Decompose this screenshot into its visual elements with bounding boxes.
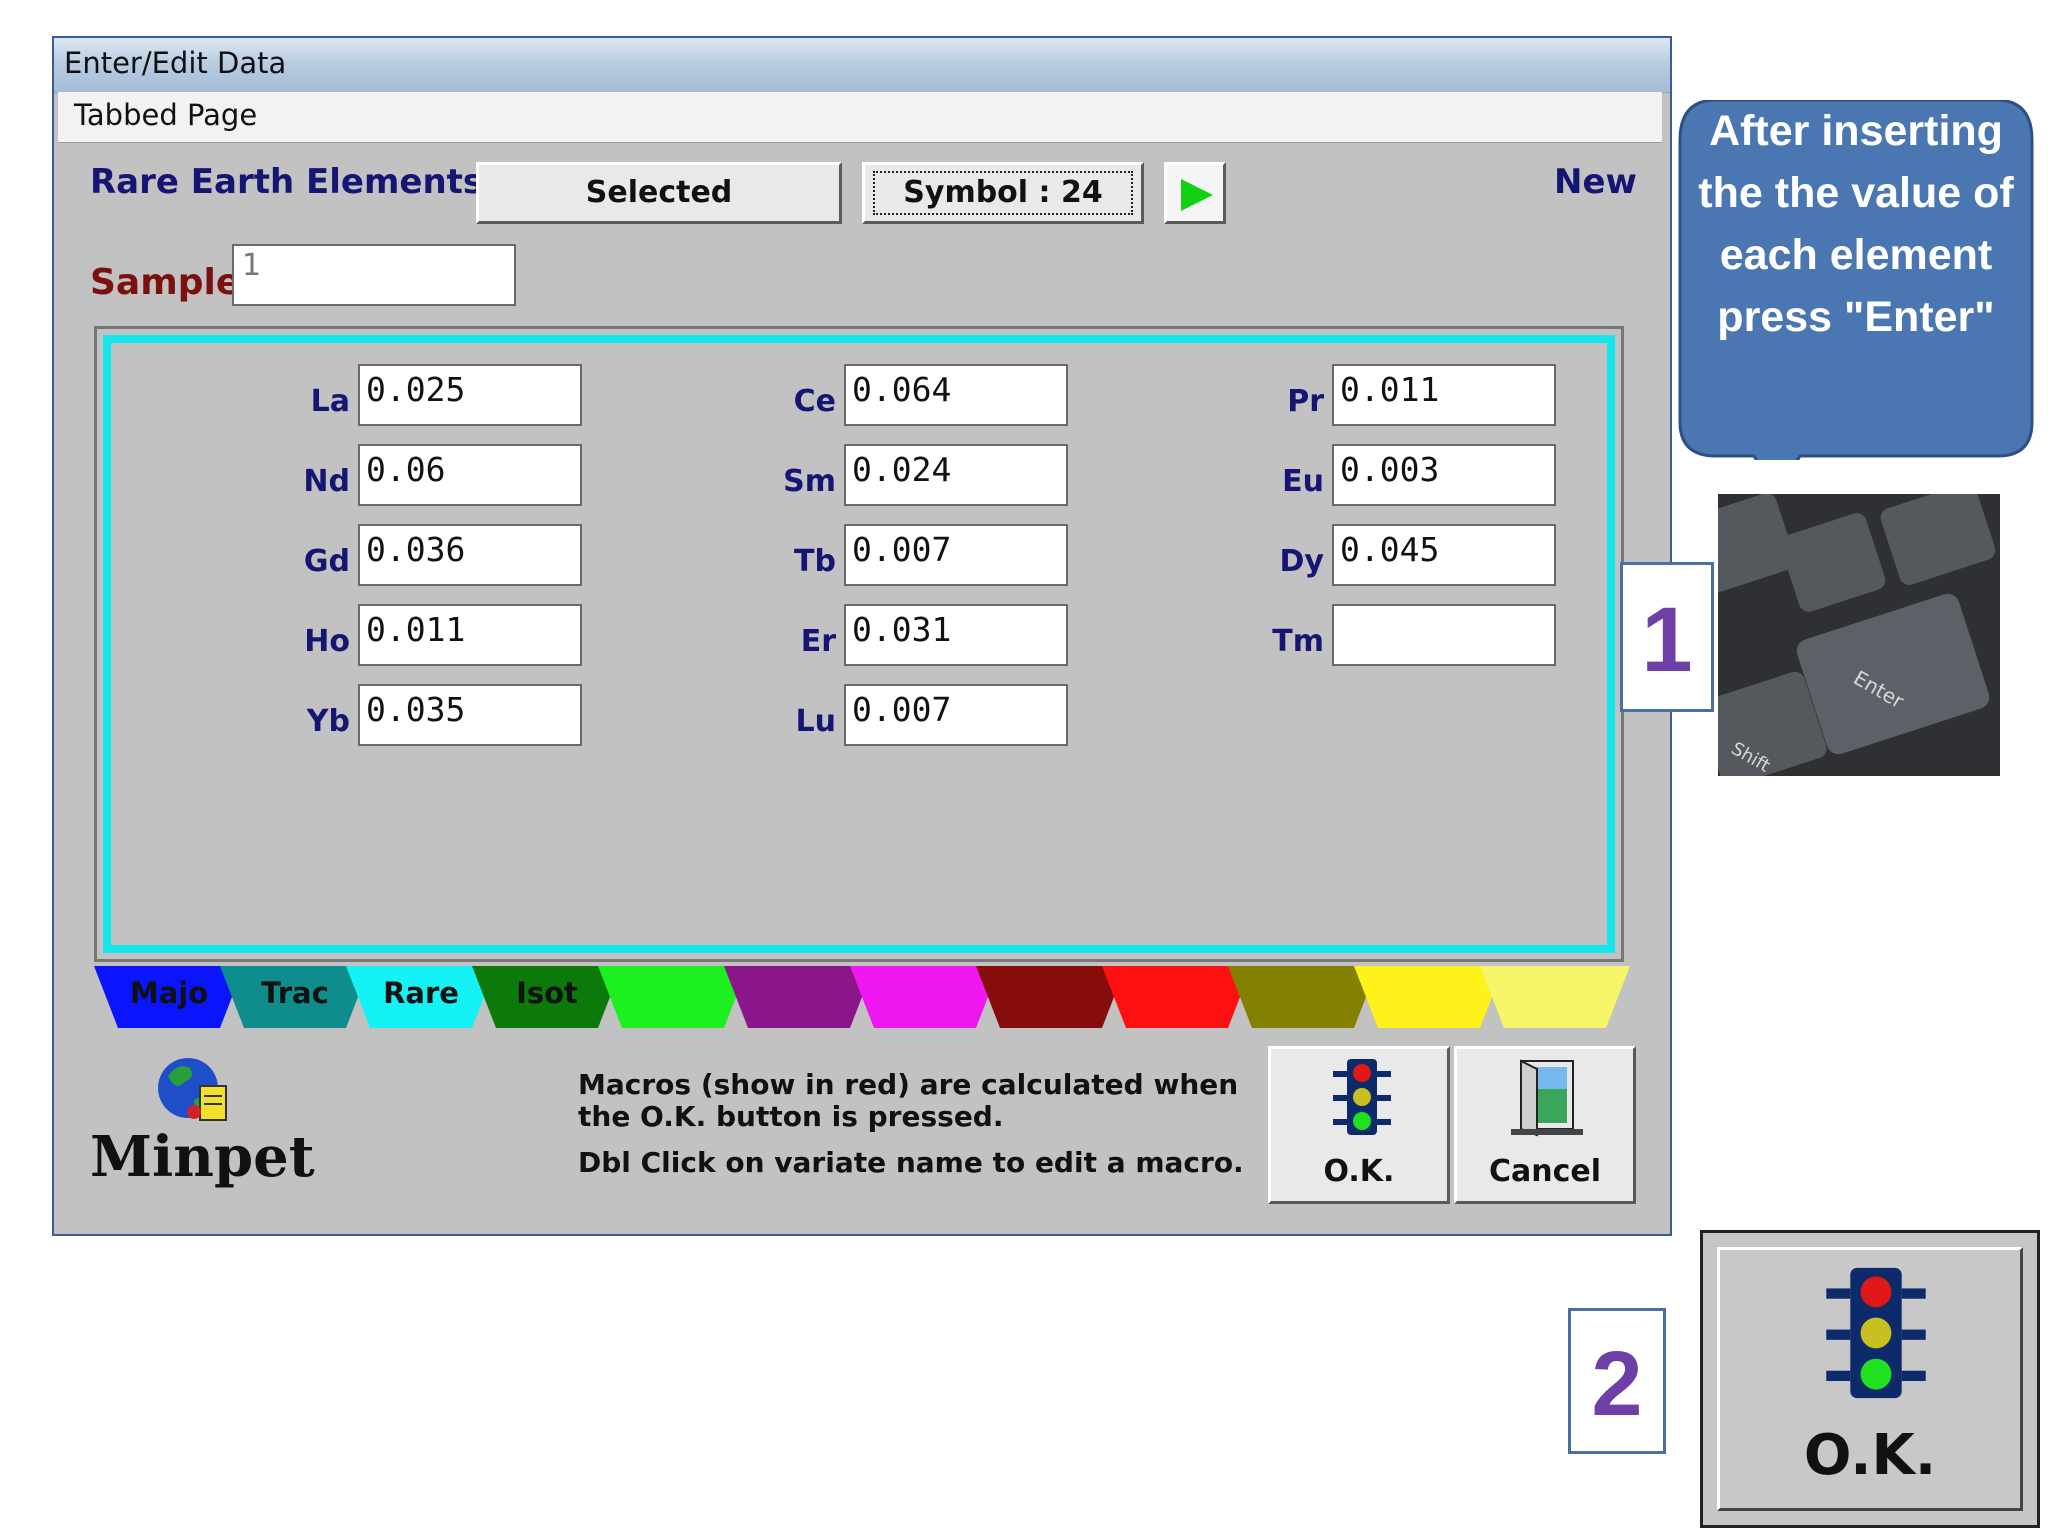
- ok-button-label: O.K.: [1323, 1154, 1395, 1189]
- minpet-logo-icon: [158, 1058, 227, 1121]
- element-label-nd[interactable]: Nd: [280, 464, 350, 499]
- element-input-ho[interactable]: 0.011: [358, 604, 582, 666]
- symbol-button[interactable]: Symbol : 24: [862, 162, 1144, 224]
- macro-note-line3: Dbl Click on variate name to edit a macr…: [578, 1146, 1244, 1179]
- macro-note-line2: the O.K. button is pressed.: [578, 1100, 1004, 1133]
- element-label-sm[interactable]: Sm: [766, 464, 836, 499]
- macro-note-line1: Macros (show in red) are calculated when: [578, 1068, 1239, 1101]
- group-label: Rare Earth Elements: [90, 162, 484, 202]
- element-input-dy[interactable]: 0.045: [1332, 524, 1556, 586]
- element-label-yb[interactable]: Yb: [280, 704, 350, 739]
- enter-edit-data-window: Enter/Edit Data Tabbed Page Rare Earth E…: [52, 36, 1672, 1236]
- element-input-yb[interactable]: 0.035: [358, 684, 582, 746]
- step-2-marker: 2: [1568, 1308, 1666, 1454]
- element-label-lu[interactable]: Lu: [766, 704, 836, 739]
- symbol-button-label: Symbol : 24: [873, 171, 1133, 215]
- element-label-eu[interactable]: Eu: [1254, 464, 1324, 499]
- traffic-light-icon: [1333, 1059, 1391, 1135]
- zoomed-ok-label: O.K.: [1803, 1423, 1937, 1488]
- step-1-marker: 1: [1620, 562, 1714, 712]
- cancel-button[interactable]: Cancel: [1454, 1046, 1636, 1204]
- selected-button[interactable]: Selected: [476, 162, 842, 224]
- element-label-ho[interactable]: Ho: [280, 624, 350, 659]
- new-label: New: [1554, 162, 1637, 202]
- sample-label: Sample: [90, 262, 241, 303]
- element-input-nd[interactable]: 0.06: [358, 444, 582, 506]
- sample-input[interactable]: 1: [232, 244, 516, 306]
- title-bar[interactable]: Enter/Edit Data: [54, 38, 1670, 93]
- element-input-pr[interactable]: 0.011: [1332, 364, 1556, 426]
- element-label-gd[interactable]: Gd: [280, 544, 350, 579]
- element-input-tb[interactable]: 0.007: [844, 524, 1068, 586]
- element-label-tb[interactable]: Tb: [766, 544, 836, 579]
- element-input-ce[interactable]: 0.064: [844, 364, 1068, 426]
- element-label-dy[interactable]: Dy: [1254, 544, 1324, 579]
- element-input-er[interactable]: 0.031: [844, 604, 1068, 666]
- window-title: Enter/Edit Data: [64, 46, 287, 80]
- next-button[interactable]: [1164, 162, 1226, 224]
- element-label-pr[interactable]: Pr: [1254, 384, 1324, 419]
- element-input-la[interactable]: 0.025: [358, 364, 582, 426]
- ok-button[interactable]: O.K.: [1268, 1046, 1450, 1204]
- menu-item-tabbed-page[interactable]: Tabbed Page: [74, 98, 257, 132]
- element-label-ce[interactable]: Ce: [766, 384, 836, 419]
- callout-text: After inserting the the value of each el…: [1698, 107, 2014, 341]
- element-input-lu[interactable]: 0.007: [844, 684, 1068, 746]
- menu-bar: Tabbed Page: [58, 92, 1662, 143]
- cancel-button-label: Cancel: [1488, 1154, 1602, 1189]
- element-label-la[interactable]: La: [280, 384, 350, 419]
- element-input-tm[interactable]: [1332, 604, 1556, 666]
- element-input-gd[interactable]: 0.036: [358, 524, 582, 586]
- tab-color-12[interactable]: [1480, 966, 1630, 1028]
- brand-name: Minpet: [90, 1124, 315, 1190]
- play-icon: [1181, 179, 1213, 211]
- enter-key-photo: Enter Shift: [1718, 494, 2000, 776]
- element-input-sm[interactable]: 0.024: [844, 444, 1068, 506]
- keyboard-icon: Enter Shift: [1718, 494, 2000, 776]
- element-label-er[interactable]: Er: [766, 624, 836, 659]
- element-input-eu[interactable]: 0.003: [1332, 444, 1556, 506]
- exit-door-icon: [1511, 1059, 1583, 1137]
- zoomed-ok-button[interactable]: O.K.: [1700, 1230, 2040, 1528]
- element-label-tm[interactable]: Tm: [1254, 624, 1324, 659]
- traffic-light-icon: [1826, 1267, 1926, 1399]
